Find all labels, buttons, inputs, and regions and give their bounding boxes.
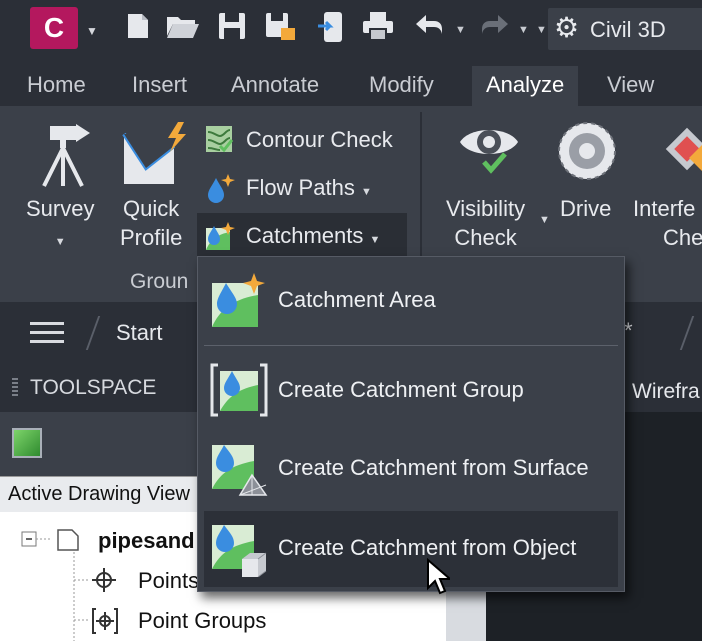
catchments-button[interactable]: Catchments ▼ bbox=[204, 216, 404, 256]
visibility-check-dropdown-icon[interactable]: ▼ bbox=[539, 214, 550, 226]
quick-profile-icon bbox=[120, 118, 190, 188]
quick-profile-label-line2: Profile bbox=[120, 225, 183, 250]
catchment-from-object-icon bbox=[212, 525, 267, 577]
catchment-group-icon bbox=[210, 363, 268, 417]
tree-item-points[interactable]: Points bbox=[138, 568, 199, 594]
visibility-check-button[interactable]: Visibility Check bbox=[446, 194, 525, 252]
menu-item-label: Create Catchment from Surface bbox=[278, 455, 589, 480]
interference-check-button[interactable]: Interfe Che bbox=[633, 194, 702, 252]
catchments-icon bbox=[206, 222, 235, 250]
file-tab-start[interactable]: Start bbox=[116, 320, 162, 346]
title-bar: C ▼ ▼ ▼ ▼ ⚙ Civil 3D bbox=[0, 0, 702, 60]
tab-divider bbox=[85, 316, 101, 350]
visual-style-control[interactable]: Wirefra bbox=[632, 380, 700, 404]
flow-paths-icon bbox=[208, 174, 235, 203]
survey-icon bbox=[28, 120, 98, 190]
menu-separator bbox=[204, 345, 618, 346]
ribbon-separator bbox=[420, 112, 422, 262]
redo-icon[interactable] bbox=[478, 10, 514, 46]
tab-divider bbox=[679, 316, 695, 350]
tab-annotate[interactable]: Annotate bbox=[231, 72, 319, 98]
interference-check-label-line2: Che bbox=[663, 225, 702, 250]
tree-item-point-groups[interactable]: Point Groups bbox=[138, 608, 266, 634]
print-icon[interactable] bbox=[360, 10, 396, 46]
workspace-selector[interactable]: ⚙ Civil 3D bbox=[548, 8, 702, 50]
tab-view[interactable]: View bbox=[607, 72, 654, 98]
tab-analyze[interactable]: Analyze bbox=[472, 66, 579, 106]
menu-item-catchment-area[interactable]: Catchment Area bbox=[204, 263, 618, 339]
menu-item-create-catchment-from-object[interactable]: Create Catchment from Object bbox=[204, 511, 618, 587]
contour-check-label: Contour Check bbox=[246, 127, 393, 152]
view-selector-value: Active Drawing View bbox=[8, 483, 190, 505]
catchments-label: Catchments ▼ bbox=[246, 223, 381, 248]
menu-item-create-catchment-group[interactable]: Create Catchment Group bbox=[204, 353, 618, 429]
contour-check-button[interactable]: Contour Check bbox=[204, 120, 414, 160]
catchment-from-surface-icon bbox=[212, 445, 268, 496]
file-tab-modified-marker[interactable]: * bbox=[624, 318, 633, 344]
survey-label: Survey bbox=[26, 196, 95, 221]
quick-profile-label-line1: Quick bbox=[123, 196, 180, 221]
tab-modify[interactable]: Modify bbox=[369, 72, 434, 98]
save-icon[interactable] bbox=[214, 10, 250, 46]
interference-check-label-line1: Interfe bbox=[633, 196, 696, 221]
flow-paths-button[interactable]: Flow Paths ▼ bbox=[204, 168, 414, 208]
interference-check-icon bbox=[664, 124, 702, 184]
grip-handle-icon[interactable] bbox=[12, 378, 18, 398]
menu-item-create-catchment-from-surface[interactable]: Create Catchment from Surface bbox=[204, 431, 618, 507]
panel-label-ground: Groun bbox=[130, 270, 189, 293]
new-file-icon[interactable] bbox=[120, 10, 156, 46]
catchments-dropdown-menu: Catchment Area Create Catchment Group Cr… bbox=[197, 256, 625, 592]
drawing-file-icon bbox=[54, 526, 82, 554]
drive-label: Drive bbox=[560, 196, 612, 221]
open-folder-icon[interactable] bbox=[164, 10, 200, 46]
tree-item-drawing[interactable]: pipesand bbox=[98, 528, 195, 554]
contour-check-icon bbox=[206, 126, 234, 153]
visibility-check-icon bbox=[456, 118, 522, 188]
app-menu-dropdown-icon[interactable]: ▼ bbox=[86, 24, 98, 38]
quick-profile-button[interactable]: Quick Profile bbox=[120, 194, 182, 252]
share-icon[interactable] bbox=[314, 10, 350, 46]
menu-item-label: Create Catchment Group bbox=[278, 377, 524, 402]
redo-dropdown-icon[interactable]: ▼ bbox=[518, 24, 529, 36]
prospector-cube-icon[interactable] bbox=[12, 428, 42, 458]
toolspace-title: TOOLSPACE bbox=[30, 376, 157, 399]
app-menu-button[interactable]: C bbox=[30, 7, 78, 49]
survey-button[interactable]: Survey ▼ bbox=[26, 194, 94, 257]
catchment-area-icon bbox=[212, 273, 265, 327]
menu-item-label: Catchment Area bbox=[278, 287, 436, 312]
undo-dropdown-icon[interactable]: ▼ bbox=[455, 24, 466, 36]
drive-button[interactable]: Drive bbox=[560, 194, 611, 223]
visibility-check-label-line2: Check bbox=[454, 225, 517, 250]
mouse-cursor-icon bbox=[427, 558, 450, 595]
points-icon bbox=[90, 566, 118, 594]
tab-insert[interactable]: Insert bbox=[132, 72, 187, 98]
workspace-label: Civil 3D bbox=[590, 17, 666, 42]
drive-icon bbox=[556, 120, 618, 186]
visibility-check-label-line1: Visibility bbox=[446, 196, 526, 221]
save-as-icon[interactable] bbox=[262, 10, 298, 46]
gear-icon: ⚙ bbox=[554, 12, 580, 43]
undo-icon[interactable] bbox=[410, 10, 446, 46]
ribbon-tabs: Home Insert Annotate Modify Analyze View bbox=[0, 60, 702, 106]
tab-home[interactable]: Home bbox=[27, 72, 86, 98]
flow-paths-label: Flow Paths ▼ bbox=[246, 175, 372, 200]
hamburger-menu-icon[interactable] bbox=[30, 322, 64, 344]
point-groups-icon bbox=[90, 606, 120, 636]
customize-toolbar-icon[interactable]: ▼ bbox=[536, 24, 547, 36]
